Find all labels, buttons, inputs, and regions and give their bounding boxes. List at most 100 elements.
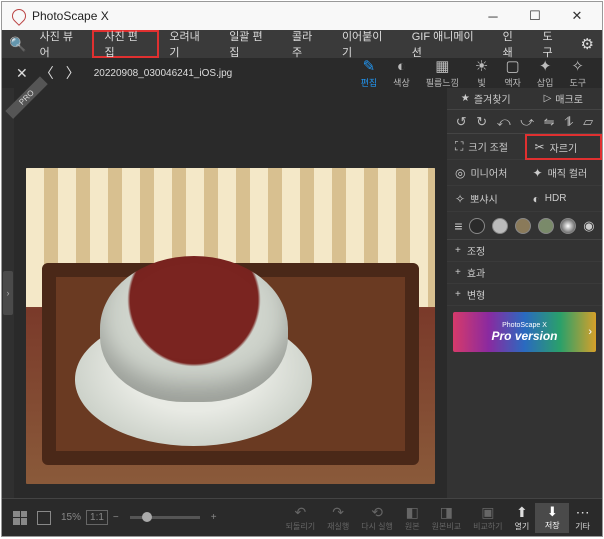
wand-icon: ✦ bbox=[533, 166, 543, 180]
undoall-button[interactable]: ⟲다시 실행 bbox=[355, 504, 399, 532]
rotate-right-icon[interactable]: ⤻ bbox=[520, 114, 534, 130]
zoom-slider[interactable] bbox=[130, 516, 200, 519]
preset-2[interactable] bbox=[492, 218, 508, 234]
preset-4[interactable] bbox=[538, 218, 554, 234]
content-area: › PRO ★즐겨찾기 ▷매크로 ↺ ↻ ⤺ ⤻ ⇋ ⥮ ▱ bbox=[2, 88, 602, 498]
more-icon: ⋯ bbox=[576, 504, 590, 521]
download-icon: ⬇ bbox=[547, 504, 558, 520]
mode-film[interactable]: ▦필름느낌 bbox=[418, 57, 467, 89]
tool-miniature[interactable]: ◎미니어처 bbox=[447, 160, 525, 186]
app-title: PhotoScape X bbox=[32, 9, 109, 23]
grid-toggle[interactable] bbox=[8, 511, 32, 525]
macro-button[interactable]: ▷매크로 bbox=[525, 88, 603, 109]
crop-icon: ✂ bbox=[535, 140, 545, 154]
miniature-icon: ◎ bbox=[455, 166, 465, 180]
play-icon: ▷ bbox=[544, 93, 552, 104]
open-button[interactable]: ⬆열기 bbox=[509, 504, 536, 532]
tab-collage[interactable]: 콜라주 bbox=[282, 30, 332, 58]
compare-button[interactable]: ◨원본비교 bbox=[426, 504, 467, 532]
minimize-button[interactable]: ─ bbox=[472, 3, 514, 29]
filename-label: 20220908_030046241_iOS.jpg bbox=[94, 68, 232, 79]
flip-h-icon[interactable]: ⇋ bbox=[544, 114, 555, 130]
mode-frame[interactable]: ▢액자 bbox=[496, 57, 529, 89]
close-button[interactable]: ✕ bbox=[556, 3, 598, 29]
preset-3[interactable] bbox=[515, 218, 531, 234]
save-button[interactable]: ⬇저장 bbox=[535, 503, 569, 533]
canvas-area: PRO bbox=[14, 88, 447, 498]
etc-button[interactable]: ⋯기타 bbox=[569, 504, 596, 532]
panel-expand-handle[interactable]: › bbox=[3, 271, 13, 315]
tab-tools[interactable]: 도구 bbox=[533, 30, 573, 58]
original-button[interactable]: ◧원본 bbox=[399, 504, 426, 532]
color-icon: ◐ bbox=[397, 58, 406, 75]
tab-combine[interactable]: 이어붙이기 bbox=[332, 30, 402, 58]
mode-tools[interactable]: ✧도구 bbox=[561, 57, 594, 89]
resize-icon: ⛶ bbox=[455, 139, 463, 154]
photo-preview[interactable] bbox=[26, 168, 435, 484]
drop-icon[interactable]: ◉ bbox=[583, 218, 594, 234]
before-button[interactable]: ▣비교하기 bbox=[467, 504, 508, 532]
before-icon: ▣ bbox=[481, 504, 494, 521]
next-file-button[interactable]: 〉 bbox=[60, 63, 86, 83]
plus-icon: + bbox=[455, 267, 461, 278]
left-gutter: › bbox=[2, 88, 14, 498]
plus-icon: + bbox=[455, 289, 461, 300]
tab-editor[interactable]: 사진 편집 bbox=[92, 30, 159, 58]
rotate-cw-icon[interactable]: ↻ bbox=[476, 114, 487, 130]
tool-crop[interactable]: ✂자르기 bbox=[525, 134, 603, 160]
film-icon: ▦ bbox=[435, 57, 449, 75]
actual-size-button[interactable]: 1:1 bbox=[86, 510, 108, 525]
zoom-out-button[interactable]: − bbox=[108, 512, 124, 523]
titlebar: PhotoScape X ─ ☐ ✕ bbox=[2, 2, 602, 30]
tab-gif[interactable]: GIF 애니메이션 bbox=[402, 30, 493, 58]
app-window: PhotoScape X ─ ☐ ✕ 🔍 사진 뷰어 사진 편집 오려내기 일괄… bbox=[1, 1, 603, 537]
mode-light[interactable]: ☀빛 bbox=[467, 57, 496, 89]
redo-button[interactable]: ↷재실행 bbox=[321, 504, 355, 532]
section-transform[interactable]: +변형 bbox=[447, 284, 602, 306]
tool-vignette[interactable]: ✧뽀샤시 bbox=[447, 186, 525, 212]
box-icon bbox=[37, 511, 51, 525]
insert-icon: ✦ bbox=[539, 57, 552, 75]
zoom-label: 15% bbox=[56, 512, 86, 523]
section-adjust[interactable]: +조정 bbox=[447, 240, 602, 262]
fit-toggle[interactable] bbox=[32, 511, 56, 525]
sparkle-icon: ✧ bbox=[455, 192, 465, 206]
hdr-icon: ◐ bbox=[533, 192, 540, 206]
zoom-in-button[interactable]: + bbox=[206, 512, 222, 523]
tab-cutout[interactable]: 오려내기 bbox=[159, 30, 219, 58]
preset-menu-icon[interactable]: ≡ bbox=[454, 218, 462, 234]
section-effect[interactable]: +효과 bbox=[447, 262, 602, 284]
history-row: ↺ ↻ ⤺ ⤻ ⇋ ⥮ ▱ bbox=[447, 110, 602, 134]
compare-icon: ◨ bbox=[440, 504, 453, 521]
undo-button[interactable]: ↶되돌리기 bbox=[280, 504, 321, 532]
maximize-button[interactable]: ☐ bbox=[514, 3, 556, 29]
mode-insert[interactable]: ✦삽입 bbox=[529, 57, 562, 89]
flip-v-icon[interactable]: ⥮ bbox=[564, 114, 573, 130]
rotate-ccw-icon[interactable]: ↺ bbox=[456, 114, 467, 130]
search-icon[interactable]: 🔍 bbox=[6, 30, 30, 58]
preset-row: ≡ ◉ bbox=[447, 212, 602, 240]
mode-color[interactable]: ◐색상 bbox=[385, 58, 418, 89]
tab-batch[interactable]: 일괄 편집 bbox=[219, 30, 282, 58]
frame-icon: ▢ bbox=[506, 57, 520, 75]
tab-print[interactable]: 인쇄 bbox=[493, 30, 533, 58]
tools-icon: ✧ bbox=[571, 57, 584, 75]
settings-icon[interactable]: ⚙ bbox=[572, 30, 602, 58]
rotate-left-icon[interactable]: ⤺ bbox=[497, 114, 511, 130]
straighten-icon[interactable]: ▱ bbox=[583, 114, 593, 130]
grid-icon bbox=[13, 511, 27, 525]
tool-hdr[interactable]: ◐HDR bbox=[525, 186, 603, 212]
app-logo-icon bbox=[9, 6, 29, 26]
preset-5[interactable] bbox=[560, 218, 576, 234]
mode-edit[interactable]: ✎편집 bbox=[353, 57, 386, 89]
favorites-button[interactable]: ★즐겨찾기 bbox=[447, 88, 525, 109]
tab-viewer[interactable]: 사진 뷰어 bbox=[30, 30, 93, 58]
star-icon: ★ bbox=[461, 93, 470, 104]
close-file-button[interactable]: ✕ bbox=[10, 65, 34, 82]
plus-icon: + bbox=[455, 245, 461, 256]
tool-magic-color[interactable]: ✦매직 컬러 bbox=[525, 160, 603, 186]
upload-icon: ⬆ bbox=[516, 504, 528, 521]
promo-banner[interactable]: PhotoScape X Pro version › bbox=[453, 312, 596, 352]
preset-1[interactable] bbox=[469, 218, 485, 234]
tool-resize[interactable]: ⛶크기 조절 bbox=[447, 134, 525, 160]
